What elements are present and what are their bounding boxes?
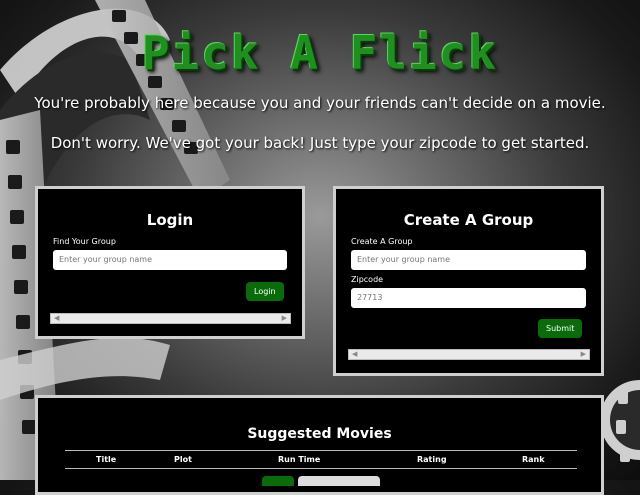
create-group-input[interactable]: Enter your group name <box>351 250 586 270</box>
scroll-left-icon[interactable]: ◀ <box>54 314 59 323</box>
scroll-right-icon[interactable]: ▶ <box>282 314 287 323</box>
login-card: Login Find Your Group Enter your group n… <box>35 186 305 339</box>
zipcode-input[interactable]: 27713 <box>351 288 586 308</box>
create-group-label: Create A Group <box>351 237 413 246</box>
movies-action-button[interactable] <box>262 476 294 486</box>
column-header-title: Title <box>96 455 117 464</box>
create-group-heading: Create A Group <box>403 211 534 229</box>
create-group-scrollbar[interactable]: ◀ ▶ <box>348 349 590 360</box>
login-heading: Login <box>146 211 194 229</box>
column-header-rating: Rating <box>417 455 447 464</box>
suggested-movies-heading: Suggested Movies <box>247 426 392 442</box>
login-button[interactable]: Login <box>246 282 284 301</box>
scroll-left-icon[interactable]: ◀ <box>352 350 357 359</box>
find-group-input[interactable]: Enter your group name <box>53 250 287 270</box>
movies-secondary-button[interactable] <box>298 476 380 486</box>
zipcode-label: Zipcode <box>351 275 384 284</box>
column-header-runtime: Run Time <box>278 455 321 464</box>
find-group-label: Find Your Group <box>53 237 116 246</box>
tagline-instructions: Don't worry. We've got your back! Just t… <box>50 134 590 152</box>
submit-button[interactable]: Submit <box>538 319 583 338</box>
tagline-intro: You're probably here because you and you… <box>34 94 606 112</box>
movies-table-header: Title Plot Run Time Rating Rank <box>65 450 577 469</box>
suggested-movies-card: Suggested Movies Title Plot Run Time Rat… <box>35 395 604 495</box>
column-header-rank: Rank <box>522 455 545 464</box>
create-group-card: Create A Group Create A Group Enter your… <box>333 186 604 376</box>
scroll-right-icon[interactable]: ▶ <box>581 350 586 359</box>
app-title: Pick A Flick <box>141 26 499 80</box>
login-scrollbar[interactable]: ◀ ▶ <box>50 313 291 324</box>
column-header-plot: Plot <box>174 455 192 464</box>
